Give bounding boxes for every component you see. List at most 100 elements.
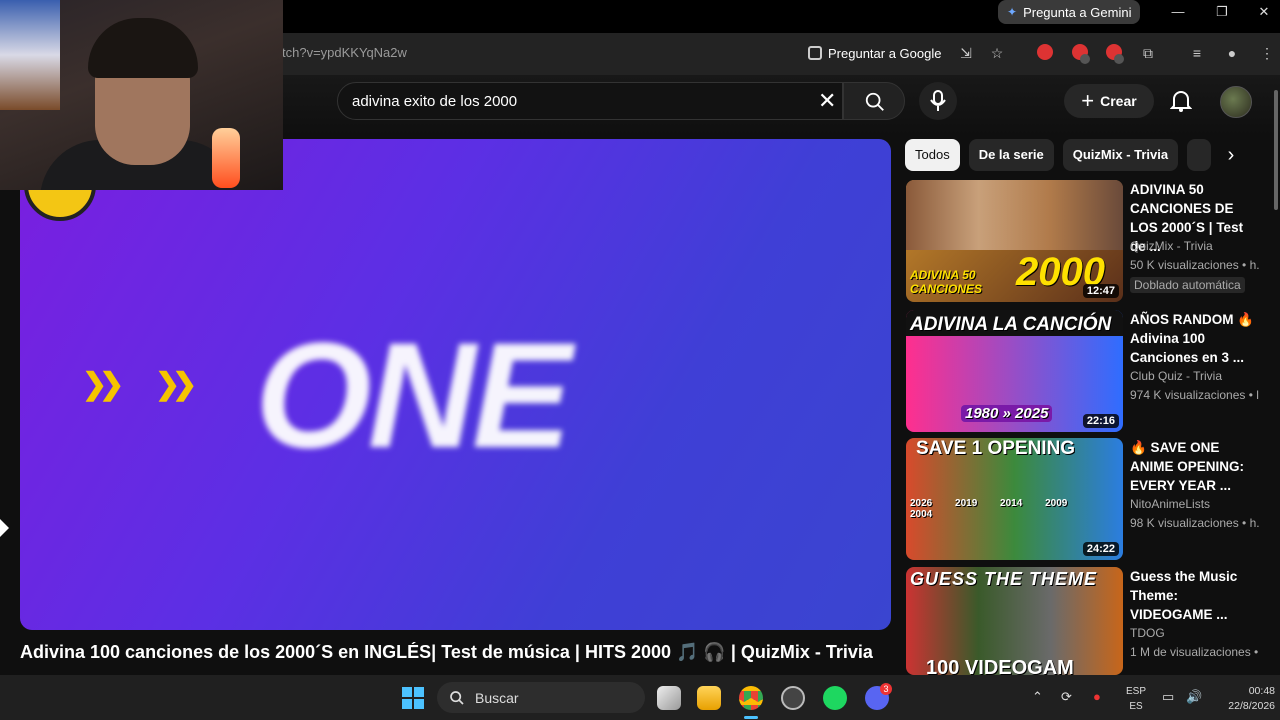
- recommended-video[interactable]: SAVE 1 OPENING 2026 2019 2014 2009 2004 …: [906, 438, 1266, 560]
- search-query: adivina exito de los 2000: [352, 92, 518, 110]
- channel-name[interactable]: QuizMix - Trivia: [1130, 239, 1213, 253]
- bookmark-star-icon[interactable]: ☆: [986, 42, 1008, 64]
- google-lens-icon: [808, 46, 822, 60]
- recommended-video[interactable]: GUESS THE THEME 100 VIDEOGAM Guess the M…: [906, 567, 1266, 689]
- chevron-arrows-icon: ❯❯: [82, 368, 124, 401]
- chrome-icon[interactable]: [739, 686, 763, 710]
- search-icon: [450, 690, 464, 705]
- thumbnail-subtext: 100 VIDEOGAM: [926, 657, 1074, 675]
- video-frame-text: ONE: [255, 311, 572, 479]
- recommended-video[interactable]: ADIVINA LA CANCIÓN 1980 » 2025 22:16 AÑO…: [906, 310, 1266, 432]
- chevron-arrows-icon: ❯❯: [155, 368, 197, 401]
- ask-gemini-button[interactable]: ✦ Pregunta a Gemini: [998, 0, 1140, 24]
- input-language[interactable]: ESP ES: [1124, 684, 1148, 714]
- minimize-icon[interactable]: —: [1158, 2, 1198, 22]
- channel-name[interactable]: Club Quiz - Trivia: [1130, 369, 1222, 383]
- microphone-tray-icon[interactable]: ●: [1093, 689, 1101, 704]
- search-input[interactable]: adivina exito de los 2000: [337, 82, 843, 120]
- screen: ✦ Pregunta a Gemini — ❐ ✕ tch?v=ypdKKYqN…: [0, 0, 1280, 720]
- chip-all[interactable]: Todos: [905, 139, 960, 171]
- ask-gemini-label: Pregunta a Gemini: [1023, 4, 1132, 20]
- chip-more[interactable]: [1187, 139, 1212, 171]
- browser-menu-icon[interactable]: ⋮: [1256, 42, 1278, 64]
- thumbnail-text: GUESS THE THEME: [910, 569, 1098, 589]
- extension-badge: [1114, 54, 1124, 64]
- extension-badge: [1080, 54, 1090, 64]
- streamer-hair: [88, 18, 198, 78]
- view-count: 974 K visualizaciones • l: [1130, 388, 1259, 402]
- ask-google-button[interactable]: Preguntar a Google: [800, 40, 949, 66]
- video-title: Adivina 100 canciones de los 2000´S en I…: [20, 642, 873, 662]
- url-text[interactable]: tch?v=ypdKKYqNa2w: [282, 45, 407, 60]
- filter-chips: Todos De la serie QuizMix - Trivia: [905, 139, 1212, 171]
- create-label: Crear: [1100, 93, 1137, 109]
- windows-start-icon[interactable]: [402, 687, 424, 709]
- close-window-icon[interactable]: ✕: [1244, 2, 1280, 22]
- system-clock[interactable]: 00:48 22/8/2026: [1213, 684, 1275, 714]
- gemini-icon: ✦: [1007, 5, 1018, 19]
- volume-icon[interactable]: 🔊: [1186, 689, 1202, 705]
- video-title[interactable]: 🔥 SAVE ONE ANIME OPENING: EVERY YEAR ...: [1130, 438, 1260, 495]
- discord-badge: 3: [880, 683, 892, 695]
- profile-icon[interactable]: ●: [1221, 42, 1243, 64]
- mouse-cursor-icon: [0, 519, 9, 537]
- chip-series[interactable]: De la serie: [968, 139, 1054, 171]
- video-title[interactable]: Guess the Music Theme: VIDEOGAME ...: [1130, 567, 1260, 624]
- lava-lamp: [212, 128, 240, 188]
- video-thumbnail[interactable]: SAVE 1 OPENING 2026 2019 2014 2009 2004 …: [906, 438, 1123, 560]
- create-button[interactable]: + Crear: [1064, 84, 1154, 118]
- duration-badge: 12:47: [1082, 284, 1119, 298]
- extension-icon[interactable]: [1037, 44, 1053, 60]
- reading-list-icon[interactable]: ≡: [1186, 42, 1208, 64]
- auto-dubbed-badge: Doblado automática: [1130, 277, 1245, 293]
- voice-search-button[interactable]: [919, 82, 957, 120]
- thumbnail-faces: [906, 180, 1123, 250]
- clear-search-icon[interactable]: ✕: [818, 89, 836, 113]
- lang-line-1: ESP: [1125, 686, 1146, 697]
- view-count: 50 K visualizaciones • h.: [1130, 258, 1260, 272]
- active-app-indicator: [744, 716, 758, 719]
- video-thumbnail[interactable]: ADIVINA LA CANCIÓN 1980 » 2025 22:16: [906, 310, 1123, 432]
- ask-google-label: Preguntar a Google: [828, 45, 942, 61]
- view-count: 98 K visualizaciones • h.: [1130, 516, 1260, 530]
- task-view-icon[interactable]: [657, 686, 681, 710]
- duration-badge: 24:22: [1082, 542, 1119, 556]
- chevron-right-icon[interactable]: ›: [1220, 143, 1242, 167]
- search-button[interactable]: [843, 82, 905, 120]
- thumbnail-subtext: 1980 » 2025: [961, 405, 1053, 422]
- install-app-icon[interactable]: ⇲: [955, 42, 977, 64]
- network-icon[interactable]: ▭: [1162, 689, 1174, 705]
- thumbnail-text: SAVE 1 OPENING: [916, 438, 1076, 459]
- microphone-icon: [930, 90, 946, 111]
- user-avatar[interactable]: [1220, 86, 1252, 118]
- clock-time: 00:48: [1248, 685, 1275, 697]
- taskbar-search-label: Buscar: [475, 689, 519, 706]
- wall-poster: [0, 0, 60, 110]
- chip-channel[interactable]: QuizMix - Trivia: [1062, 139, 1179, 171]
- video-title[interactable]: AÑOS RANDOM 🔥 Adivina 100 Canciones en 3…: [1130, 310, 1260, 367]
- channel-name[interactable]: NitoAnimeLists: [1130, 497, 1210, 511]
- restore-icon[interactable]: ❐: [1202, 2, 1242, 22]
- video-thumbnail[interactable]: GUESS THE THEME 100 VIDEOGAM: [906, 567, 1123, 675]
- lang-line-2: ES: [1129, 701, 1143, 712]
- file-explorer-icon[interactable]: [697, 686, 721, 710]
- thumbnail-subtext: ADIVINA 50 CANCIONES: [910, 268, 983, 296]
- channel-name[interactable]: TDOG: [1130, 626, 1165, 640]
- webcam-overlay: [0, 0, 283, 190]
- recommended-video[interactable]: 2000 ADIVINA 50 CANCIONES 12:47 ADIVINA …: [906, 180, 1266, 302]
- sync-icon[interactable]: ⟳: [1061, 689, 1072, 705]
- tray-chevron-icon[interactable]: ⌃: [1032, 689, 1043, 705]
- duration-badge: 22:16: [1082, 414, 1119, 428]
- extensions-puzzle-icon[interactable]: ⧉: [1137, 42, 1159, 64]
- video-player[interactable]: ❯❯ ❯❯ ONE: [20, 139, 891, 630]
- clock-date: 22/8/2026: [1228, 700, 1275, 712]
- app-icon[interactable]: [781, 686, 805, 710]
- plus-icon: +: [1081, 88, 1095, 113]
- taskbar-search[interactable]: Buscar: [437, 682, 645, 713]
- notifications-bell-icon[interactable]: [1170, 89, 1192, 113]
- spotify-icon[interactable]: [823, 686, 847, 710]
- video-thumbnail[interactable]: 2000 ADIVINA 50 CANCIONES 12:47: [906, 180, 1123, 302]
- page-scrollbar[interactable]: [1274, 90, 1278, 210]
- search-icon: [865, 92, 884, 111]
- thumbnail-subtext: 2026 2019 2014 2009 2004: [910, 498, 1068, 520]
